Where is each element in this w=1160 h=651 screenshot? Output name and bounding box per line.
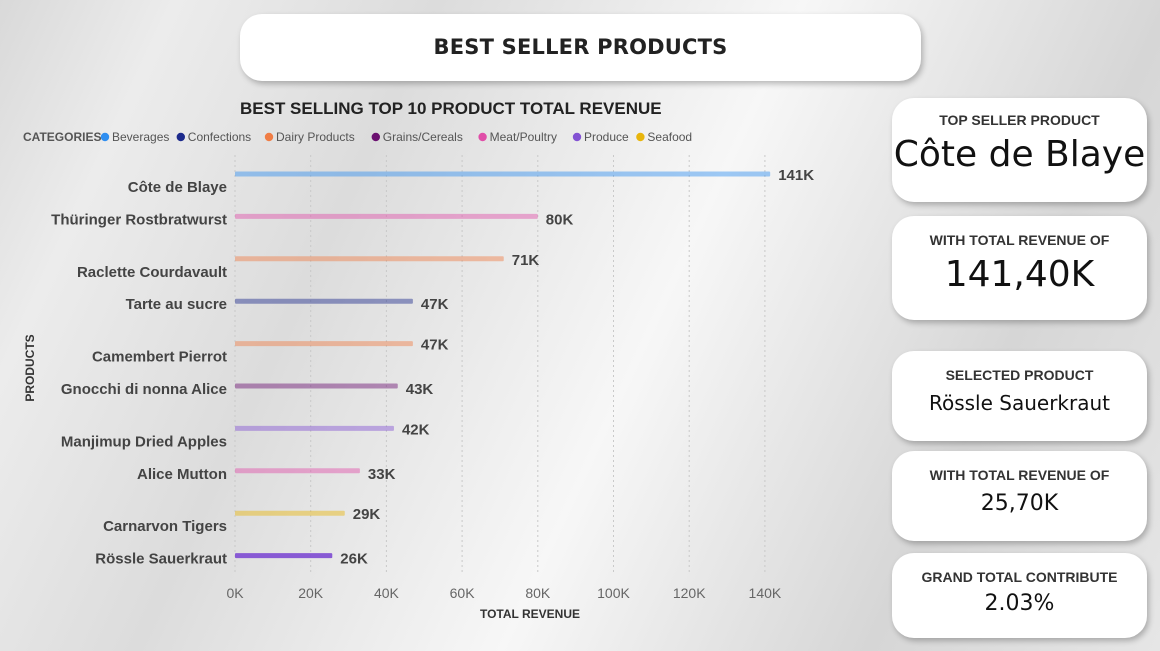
legend-marker	[478, 132, 487, 142]
legend-marker	[371, 132, 380, 142]
data-label: 71K	[512, 252, 540, 269]
data-label: 33K	[368, 466, 396, 483]
data-label: 141K	[778, 167, 814, 184]
legend-item: Produce	[584, 130, 629, 144]
legend-item: Dairy Products	[276, 130, 355, 144]
data-label: 26K	[340, 551, 368, 568]
bar	[235, 171, 771, 177]
top-seller-card: TOP SELLER PRODUCT Côte de Blaye	[892, 98, 1147, 202]
legend-marker	[636, 132, 645, 142]
category-label: Rössle Sauerkraut	[95, 551, 227, 568]
y-axis-label: PRODUCTS	[23, 334, 37, 401]
category-label: Camembert Pierrot	[92, 349, 227, 366]
x-tick-label: 40K	[374, 585, 400, 601]
selected-product-card: SELECTED PRODUCT Rössle Sauerkraut	[892, 351, 1147, 441]
bar	[235, 510, 345, 516]
top-revenue-value: 141,40K	[944, 254, 1095, 295]
category-label: Thüringer Rostbratwurst	[51, 211, 227, 228]
grand-total-label: GRAND TOTAL CONTRIBUTE	[921, 569, 1118, 585]
bar	[235, 383, 398, 389]
category-label: Manjimup Dried Apples	[61, 433, 227, 450]
data-label: 80K	[546, 211, 574, 228]
bar	[235, 425, 394, 431]
legend-item: Grains/Cereals	[383, 130, 463, 144]
selected-revenue-label: WITH TOTAL REVENUE OF	[929, 467, 1110, 483]
x-tick-label: 120K	[673, 585, 706, 601]
top-revenue-card: WITH TOTAL REVENUE OF 141,40K	[892, 216, 1147, 320]
legend-marker	[264, 132, 274, 142]
revenue-bar-chart[interactable]: BEST SELLING TOP 10 PRODUCT TOTAL REVENU…	[0, 0, 880, 651]
x-tick-label: 80K	[525, 585, 551, 601]
grand-total-card: GRAND TOTAL CONTRIBUTE 2.03%	[892, 553, 1147, 638]
category-label: Alice Mutton	[137, 466, 227, 483]
chart-title: BEST SELLING TOP 10 PRODUCT TOTAL REVENU…	[240, 99, 662, 118]
x-tick-label: 60K	[450, 585, 476, 601]
bar	[235, 341, 413, 347]
data-label: 42K	[402, 421, 430, 438]
selected-product-value: Rössle Sauerkraut	[928, 391, 1111, 415]
data-label: 43K	[406, 381, 434, 398]
category-label: Gnocchi di nonna Alice	[61, 381, 227, 398]
category-label: Carnarvon Tigers	[103, 518, 227, 535]
category-label: Raclette Courdavault	[77, 264, 227, 281]
legend-title: CATEGORIES	[23, 130, 101, 144]
bar	[235, 256, 504, 262]
top-seller-value: Côte de Blaye	[893, 134, 1146, 175]
legend-item: Meat/Poultry	[490, 130, 557, 144]
bar	[235, 553, 333, 559]
selected-product-label: SELECTED PRODUCT	[945, 367, 1094, 383]
category-label: Tarte au sucre	[126, 296, 227, 313]
data-label: 29K	[353, 506, 381, 523]
legend-marker	[572, 132, 582, 142]
x-axis-label: TOTAL REVENUE	[480, 607, 580, 621]
bar	[235, 298, 413, 304]
grand-total-value: 2.03%	[984, 591, 1055, 616]
bar	[235, 468, 360, 474]
legend-marker	[176, 132, 185, 142]
category-label: Côte de Blaye	[128, 179, 227, 196]
data-label: 47K	[421, 296, 449, 313]
selected-revenue-value: 25,70K	[980, 491, 1059, 516]
legend-marker	[100, 132, 110, 142]
bar	[235, 213, 538, 219]
x-tick-label: 140K	[749, 585, 782, 601]
data-label: 47K	[421, 337, 449, 354]
top-revenue-label: WITH TOTAL REVENUE OF	[929, 232, 1110, 248]
legend-item: Seafood	[647, 130, 692, 144]
legend-item: Confections	[188, 130, 251, 144]
x-tick-label: 100K	[597, 585, 630, 601]
x-tick-label: 0K	[226, 585, 244, 601]
selected-revenue-card: WITH TOTAL REVENUE OF 25,70K	[892, 451, 1147, 541]
top-seller-label: TOP SELLER PRODUCT	[939, 112, 1100, 128]
legend-item: Beverages	[112, 130, 169, 144]
x-tick-label: 20K	[298, 585, 324, 601]
